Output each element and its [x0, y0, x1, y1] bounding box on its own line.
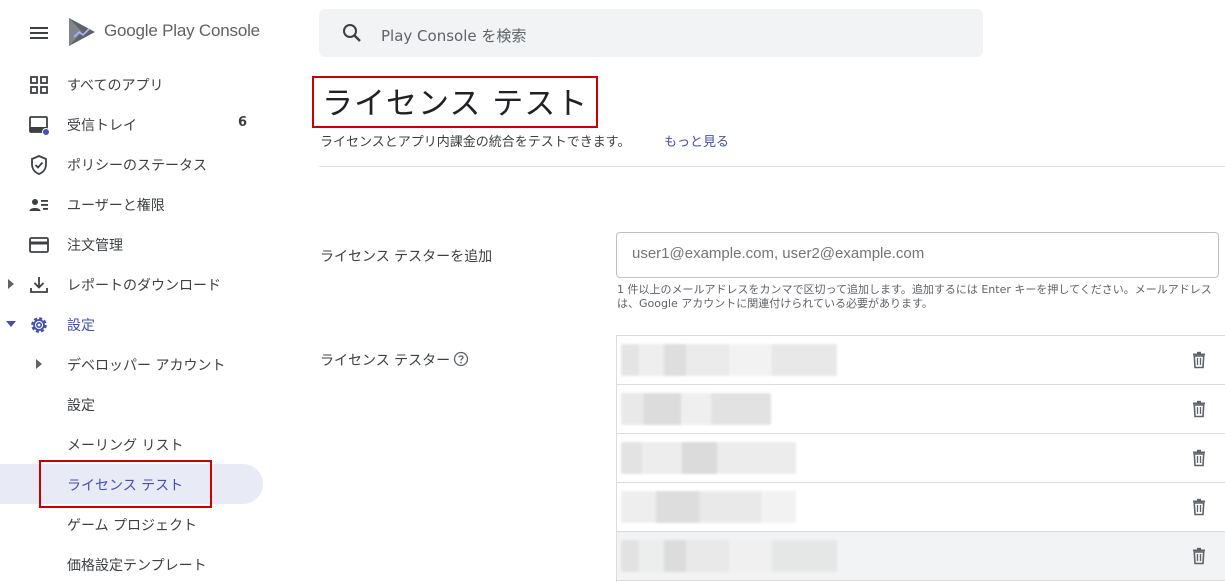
sidebar-subitem-developer-account[interactable]: デベロッパー アカウント — [0, 344, 300, 384]
sidebar-subitem-mailing-list[interactable]: メーリング リスト — [0, 424, 300, 464]
gear-icon — [31, 317, 47, 333]
sidebar-item-label: ポリシーのステータス — [67, 158, 207, 174]
tester-row — [617, 483, 1225, 532]
sidebar-item-label: すべてのアプリ — [67, 78, 164, 94]
learn-more-link[interactable]: もっと見る — [664, 131, 729, 150]
redacted-email — [621, 344, 837, 376]
sidebar-item-label: 設定 — [67, 398, 95, 414]
tester-row — [617, 434, 1225, 483]
sidebar-item-label: 注文管理 — [67, 238, 123, 254]
redacted-email — [621, 540, 837, 572]
inbox-icon — [29, 116, 50, 136]
email-hint-text: 1 件以上のメールアドレスをカンマで区切って追加します。追加するには Enter… — [617, 283, 1212, 310]
sidebar-item-label: 価格設定テンプレート — [67, 558, 207, 574]
tester-row — [617, 385, 1225, 434]
collapse-arrow-icon[interactable] — [6, 318, 16, 330]
license-testers-label: ライセンス テスター — [320, 353, 451, 369]
users-permissions-icon — [29, 199, 48, 211]
sidebar-item-inbox[interactable]: 受信トレイ 6 — [0, 104, 300, 144]
sidebar-header: Google Play Console — [0, 0, 300, 64]
page-title: ライセンス テスト — [322, 86, 589, 122]
trash-icon[interactable] — [1191, 498, 1207, 516]
sidebar-item-all-apps[interactable]: すべてのアプリ — [0, 64, 300, 104]
tester-email-input[interactable] — [632, 245, 1202, 262]
tester-row — [617, 532, 1225, 581]
brand-name[interactable]: Google Play Console — [104, 21, 260, 41]
sidebar-item-label: 受信トレイ — [67, 118, 137, 134]
redacted-email — [621, 442, 796, 474]
sidebar-item-settings[interactable]: 設定 — [0, 304, 300, 344]
add-testers-label: ライセンス テスターを追加 — [320, 249, 493, 265]
email-field[interactable] — [616, 232, 1219, 278]
sidebar-item-label: ゲーム プロジェクト — [67, 518, 198, 534]
sidebar-subitem-license-testing[interactable]: ライセンス テスト — [0, 464, 300, 504]
sidebar-subitem-settings[interactable]: 設定 — [0, 384, 300, 424]
download-icon — [30, 277, 48, 293]
search-placeholder: Play Console を検索 — [381, 27, 527, 45]
sidebar: Google Play Console すべてのアプリ 受信トレイ 6 ポリシー… — [0, 0, 300, 582]
sidebar-item-label: ユーザーと権限 — [67, 198, 165, 214]
search-icon — [343, 24, 361, 42]
sidebar-subitem-pricing-templates[interactable]: 価格設定テンプレート — [0, 544, 300, 582]
redacted-email — [621, 393, 771, 425]
trash-icon[interactable] — [1191, 449, 1207, 467]
shield-check-icon — [31, 155, 47, 175]
sidebar-item-label: レポートのダウンロード — [67, 278, 221, 294]
sidebar-item-label: 設定 — [67, 318, 95, 334]
sidebar-item-label: メーリング リスト — [67, 438, 184, 454]
expand-arrow-icon[interactable] — [34, 358, 44, 370]
sidebar-item-users-permissions[interactable]: ユーザーと権限 — [0, 184, 300, 224]
sidebar-item-policy-status[interactable]: ポリシーのステータス — [0, 144, 300, 184]
play-console-logo-icon[interactable] — [68, 17, 96, 47]
redacted-email — [621, 491, 796, 523]
apps-grid-icon — [30, 76, 48, 94]
trash-icon[interactable] — [1191, 351, 1207, 369]
sidebar-item-download-reports[interactable]: レポートのダウンロード — [0, 264, 300, 304]
trash-icon[interactable] — [1191, 400, 1207, 418]
section-divider — [319, 166, 1225, 167]
hamburger-menu-icon[interactable] — [26, 20, 52, 46]
tester-list — [616, 335, 1225, 582]
sidebar-item-order-management[interactable]: 注文管理 — [0, 224, 300, 264]
help-icon[interactable] — [453, 351, 469, 367]
trash-icon[interactable] — [1191, 547, 1207, 565]
inbox-count-badge: 6 — [238, 115, 248, 130]
credit-card-icon — [29, 237, 49, 253]
sidebar-item-label: デベロッパー アカウント — [67, 358, 226, 374]
sidebar-item-label: ライセンス テスト — [67, 478, 184, 494]
page-description: ライセンスとアプリ内課金の統合をテストできます。 — [320, 135, 631, 150]
expand-arrow-icon[interactable] — [6, 278, 16, 290]
search-bar[interactable]: Play Console を検索 — [319, 9, 983, 57]
sidebar-subitem-game-projects[interactable]: ゲーム プロジェクト — [0, 504, 300, 544]
tester-row — [617, 336, 1225, 385]
